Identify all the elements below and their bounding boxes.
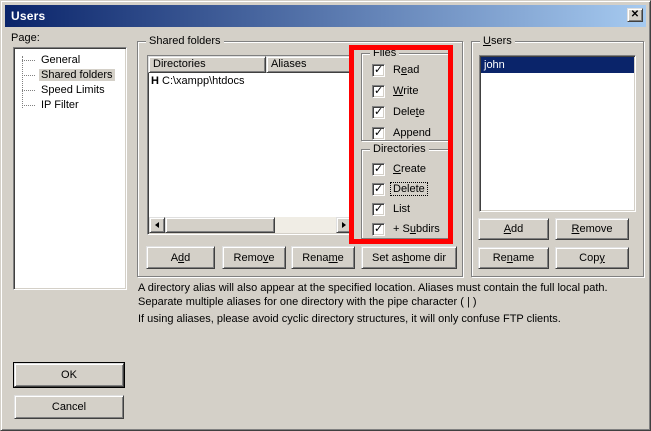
user-add-button[interactable]: Add: [478, 218, 549, 240]
column-header-aliases[interactable]: Aliases: [266, 56, 353, 73]
scroll-right-button[interactable]: [336, 217, 352, 233]
horizontal-scrollbar[interactable]: [149, 217, 352, 233]
scrollbar-track[interactable]: [275, 217, 336, 233]
scroll-left-icon: [155, 222, 159, 228]
page-list: General Shared folders Speed Limits IP F…: [13, 47, 127, 290]
user-copy-button[interactable]: Copy: [555, 247, 629, 269]
dir-delete-label[interactable]: Delete: [391, 183, 427, 195]
create-checkbox[interactable]: [372, 163, 385, 176]
files-read-row: Read: [372, 63, 421, 77]
directory-path: C:\xampp\htdocs: [162, 75, 245, 87]
directories-group-label: Directories: [370, 143, 429, 155]
directories-permissions-group: Directories Create Delete List + Subdirs: [361, 149, 449, 239]
user-item-john[interactable]: john: [481, 57, 634, 73]
page-tree: General Shared folders Speed Limits IP F…: [14, 48, 126, 113]
users-group-label: Users: [480, 35, 515, 47]
user-remove-button[interactable]: Remove: [555, 218, 629, 240]
set-as-home-dir-button[interactable]: Set as home dir: [361, 246, 457, 269]
ok-button[interactable]: OK: [14, 363, 124, 387]
page-item-ip-filter[interactable]: IP Filter: [14, 98, 126, 113]
dirs-list-row: List: [372, 202, 412, 216]
list-label[interactable]: List: [391, 203, 412, 215]
list-checkbox[interactable]: [372, 203, 385, 216]
read-label[interactable]: Read: [391, 64, 421, 76]
cancel-button[interactable]: Cancel: [14, 395, 124, 419]
shared-add-button[interactable]: Add: [146, 246, 215, 269]
page-item-speed-limits[interactable]: Speed Limits: [14, 83, 126, 98]
files-permissions-group: Files Read Write Delete Append: [361, 53, 449, 141]
close-button[interactable]: ✕: [627, 8, 643, 22]
dirs-delete-row: Delete: [372, 182, 427, 196]
window-title: Users: [5, 9, 45, 23]
subdirs-label[interactable]: + Subdirs: [391, 223, 442, 235]
files-append-row: Append: [372, 126, 433, 140]
write-checkbox[interactable]: [372, 85, 385, 98]
dirs-subdirs-row: + Subdirs: [372, 222, 442, 236]
home-directory-flag: H: [148, 75, 162, 87]
append-checkbox[interactable]: [372, 127, 385, 140]
column-header-directories[interactable]: Directories: [148, 56, 266, 73]
files-delete-row: Delete: [372, 105, 427, 119]
scroll-left-button[interactable]: [149, 217, 165, 233]
alias-note: A directory alias will also appear at th…: [138, 281, 642, 309]
shared-remove-button[interactable]: Remove: [222, 246, 286, 269]
scrollbar-thumb[interactable]: [165, 217, 275, 233]
subdirs-checkbox[interactable]: [372, 223, 385, 236]
shared-folder-row[interactable]: H C:\xampp\htdocs: [148, 73, 353, 89]
page-item-shared-folders[interactable]: Shared folders: [14, 68, 126, 83]
user-rename-button[interactable]: Rename: [478, 247, 549, 269]
scroll-right-icon: [342, 222, 346, 228]
shared-rename-button[interactable]: Rename: [291, 246, 355, 269]
users-list: john: [479, 55, 636, 212]
shared-folders-group-label: Shared folders: [146, 35, 224, 47]
users-dialog: Users ✕ Page: General Shared folders Spe…: [0, 0, 651, 431]
close-icon: ✕: [631, 10, 639, 20]
cyclic-note: If using aliases, please avoid cyclic di…: [138, 312, 642, 326]
titlebar[interactable]: Users ✕: [5, 5, 646, 27]
read-checkbox[interactable]: [372, 64, 385, 77]
page-label: Page:: [11, 32, 40, 44]
write-label[interactable]: Write: [391, 85, 420, 97]
shared-folders-listview: Directories Aliases H C:\xampp\htdocs: [147, 55, 354, 235]
dirs-create-row: Create: [372, 162, 428, 176]
append-label[interactable]: Append: [391, 127, 433, 139]
listview-header: Directories Aliases: [148, 56, 353, 73]
files-write-row: Write: [372, 84, 420, 98]
file-delete-checkbox[interactable]: [372, 106, 385, 119]
create-label[interactable]: Create: [391, 163, 428, 175]
page-item-general[interactable]: General: [14, 53, 126, 68]
dir-delete-checkbox[interactable]: [372, 183, 385, 196]
files-group-label: Files: [370, 47, 399, 59]
file-delete-label[interactable]: Delete: [391, 106, 427, 118]
